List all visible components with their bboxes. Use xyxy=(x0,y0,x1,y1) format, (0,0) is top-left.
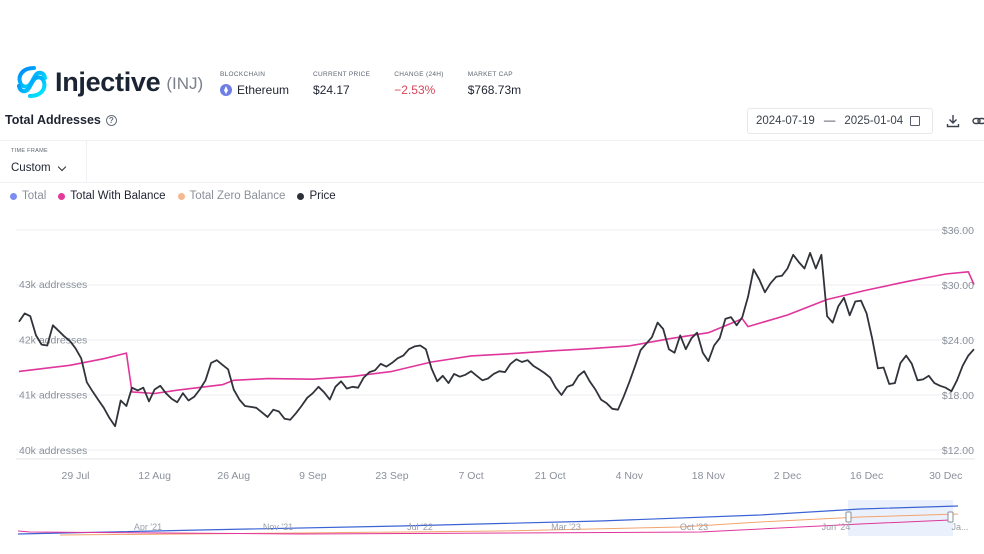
navigator-label: Nov '21 xyxy=(263,522,293,532)
x-tick-label: 23 Sep xyxy=(375,470,408,482)
x-tick-label: 4 Nov xyxy=(616,470,644,482)
navigator-label: Apr '21 xyxy=(134,522,162,532)
date-end: 2025-01-04 xyxy=(844,115,904,127)
stat-label: BLOCKCHAIN xyxy=(220,71,266,78)
date-separator: — xyxy=(823,115,836,127)
x-tick-label: 2 Dec xyxy=(774,470,801,482)
legend-label: Total With Balance xyxy=(70,190,166,202)
x-tick-label: 12 Aug xyxy=(138,470,171,482)
stat-label: CURRENT PRICE xyxy=(313,71,371,78)
navigator-handle-left xyxy=(845,511,852,523)
stat-value: $24.17 xyxy=(313,83,350,97)
legend-dot xyxy=(297,192,305,200)
navigator-label: Mar '23 xyxy=(551,522,581,532)
help-icon[interactable]: ? xyxy=(105,114,117,126)
navigator-selection xyxy=(848,500,953,536)
timeframe-label: TIME FRAME xyxy=(11,148,48,154)
divider xyxy=(0,182,984,183)
line-chart[interactable]: $12.00 $18.00 $24.00 $30.00 $36.00 40k addres… xyxy=(0,214,984,484)
legend-label: Total xyxy=(22,190,47,202)
x-tick-label: 29 Jul xyxy=(61,470,89,482)
stat-label: CHANGE (24H) xyxy=(394,71,444,78)
ethereum-icon xyxy=(220,84,232,96)
stat-change-24h: CHANGE (24H) −2.53% xyxy=(394,71,443,97)
date-range-picker[interactable]: 2024-07-19 — 2025-01-04 xyxy=(747,108,933,134)
navigator-label: Jun '24 xyxy=(822,522,851,532)
x-tick-label: 7 Oct xyxy=(459,470,484,482)
stat-value: $768.73m xyxy=(467,83,522,97)
y-right-tick-label: $30.00 xyxy=(942,280,974,292)
legend-item-price[interactable]: Price xyxy=(297,190,336,202)
section-title: Total Addresses ? xyxy=(5,113,117,127)
x-tick-label: 26 Aug xyxy=(217,470,250,482)
chevron-down-icon xyxy=(57,162,66,171)
download-icon[interactable] xyxy=(946,114,960,128)
divider xyxy=(86,141,87,182)
x-tick-label: 18 Nov xyxy=(692,470,726,482)
x-tick-label: 9 Sep xyxy=(299,470,327,482)
legend-item-total-with-balance[interactable]: Total With Balance xyxy=(58,190,166,202)
stat-label: MARKET CAP xyxy=(467,71,513,78)
section-title-text: Total Addresses xyxy=(5,113,101,127)
y-right-tick-label: $18.00 xyxy=(942,390,974,402)
range-navigator[interactable]: Apr '21 Nov '21 Jul '22 Mar '23 Oct '23 Jun '… xyxy=(0,498,984,538)
legend-dot xyxy=(58,192,66,200)
x-tick-label: 30 Dec xyxy=(929,470,962,482)
navigator-label: Oct '23 xyxy=(680,522,708,532)
blockchain-name: Ethereum xyxy=(237,83,290,97)
stat-current-price: CURRENT PRICE $24.17 xyxy=(313,71,370,97)
link-icon[interactable] xyxy=(972,114,984,128)
timeframe-value: Custom xyxy=(11,162,51,174)
y-left-tick-label: 42k addresses xyxy=(19,334,87,346)
stat-value: −2.53% xyxy=(394,83,436,97)
navigator-label: Jul '22 xyxy=(407,522,433,532)
navigator-handle-right xyxy=(947,511,954,523)
legend-dot xyxy=(10,192,17,200)
token-stats: BLOCKCHAIN Ethereum CURRENT PRICE $24.17… xyxy=(220,71,545,97)
divider xyxy=(0,140,984,141)
y-left-tick-label: 43k addresses xyxy=(19,279,87,291)
token-name: Injective xyxy=(55,66,161,97)
x-tick-label: 16 Dec xyxy=(850,470,883,482)
token-symbol: (INJ) xyxy=(166,74,204,93)
calendar-icon xyxy=(910,116,921,126)
injective-logo-icon xyxy=(17,66,47,98)
stat-blockchain: BLOCKCHAIN Ethereum xyxy=(220,71,289,97)
legend-label: Price xyxy=(309,190,336,202)
y-right-tick-label: $24.00 xyxy=(942,335,974,347)
chart-legend: Total Total With Balance Total Zero Bala… xyxy=(10,190,348,202)
token-header: Injective (INJ) xyxy=(14,62,203,102)
series-line-total-with-balance xyxy=(18,271,975,395)
legend-item-total[interactable]: Total xyxy=(10,190,46,202)
stat-value: Ethereum xyxy=(220,83,289,97)
timeframe-select[interactable]: Custom xyxy=(11,162,66,174)
legend-dot xyxy=(177,192,185,200)
y-left-tick-label: 40k addresses xyxy=(19,445,87,457)
x-tick-label: 21 Oct xyxy=(535,470,566,482)
y-left-tick-label: 41k addresses xyxy=(19,390,87,402)
navigator-label: Ja... xyxy=(951,522,968,532)
y-right-tick-label: $12.00 xyxy=(942,445,974,457)
y-right-tick-label: $36.00 xyxy=(942,225,974,237)
date-start: 2024-07-19 xyxy=(756,115,815,127)
legend-item-total-zero-balance[interactable]: Total Zero Balance xyxy=(177,190,286,202)
stat-market-cap: MARKET CAP $768.73m xyxy=(468,71,521,97)
legend-label: Total Zero Balance xyxy=(189,190,286,202)
